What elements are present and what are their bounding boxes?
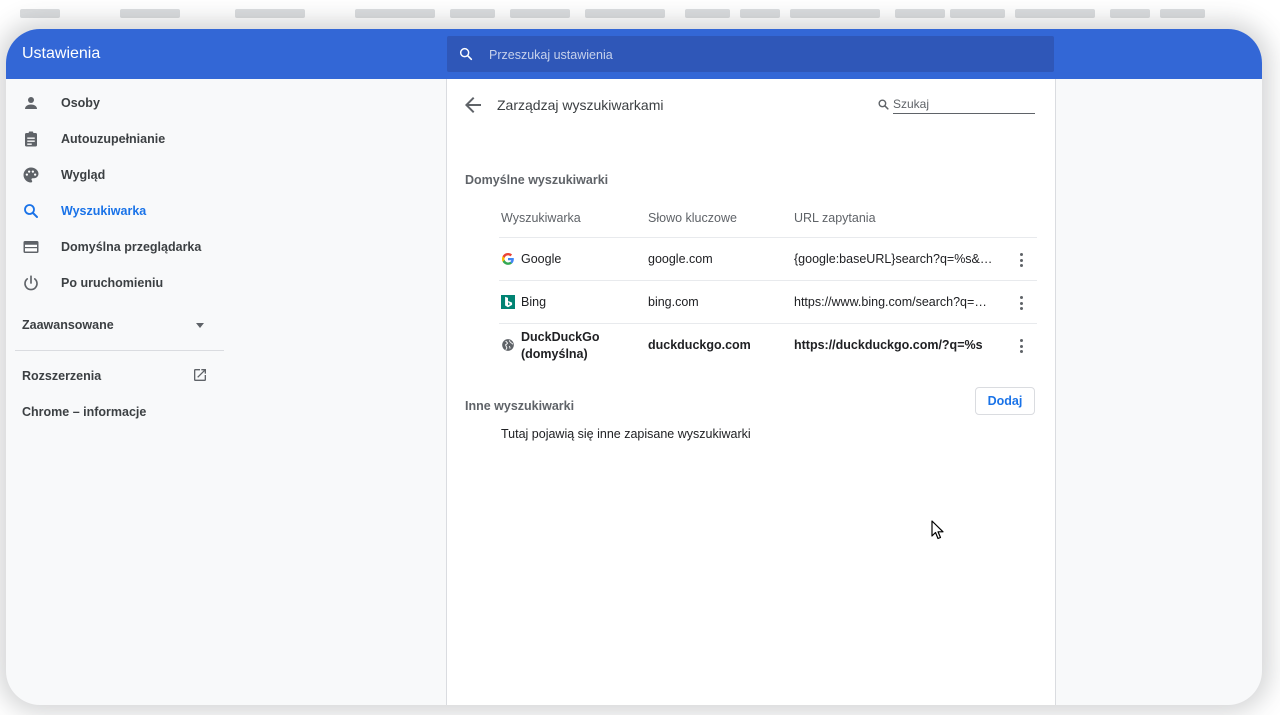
engine-name: Bing [521, 295, 547, 309]
more-actions-button[interactable] [1011, 293, 1031, 313]
settings-window: Ustawienia Osoby Autouzupełnianie Wygląd [6, 29, 1262, 705]
extensions-label: Rozszerzenia [22, 369, 102, 383]
column-header-engine: Wyszukiwarka [501, 211, 581, 225]
settings-search-input[interactable] [487, 36, 1041, 74]
engine-search-input[interactable] [893, 95, 1035, 114]
caret-down-icon [196, 323, 204, 328]
sidebar: Osoby Autouzupełnianie Wygląd Wyszukiwar… [6, 79, 226, 705]
default-engines-heading: Domyślne wyszukiwarki [465, 173, 609, 187]
browser-icon [22, 238, 40, 256]
sidebar-item-appearance[interactable]: Wygląd [6, 157, 226, 193]
other-engines-empty-message: Tutaj pojawią się inne zapisane wyszukiw… [501, 427, 751, 441]
sidebar-item-about-chrome[interactable]: Chrome – informacje [6, 397, 224, 427]
open-in-new-icon [192, 367, 208, 388]
settings-header: Ustawienia [6, 29, 1262, 79]
sidebar-item-label: Po uruchomieniu [61, 276, 164, 290]
add-engine-button[interactable]: Dodaj [975, 387, 1035, 415]
about-label: Chrome – informacje [22, 405, 147, 419]
palette-icon [22, 166, 40, 184]
column-header-url: URL zapytania [794, 211, 876, 225]
power-icon [22, 274, 40, 292]
sidebar-item-people[interactable]: Osoby [6, 85, 226, 121]
person-icon [22, 94, 40, 112]
sidebar-item-label: Osoby [61, 96, 100, 110]
engine-name: Google [521, 252, 562, 266]
other-engines-heading: Inne wyszukiwarki [465, 399, 575, 413]
search-engines-card: Zarządzaj wyszukiwarkami Domyślne wyszuk… [446, 79, 1056, 705]
table-row: Bing bing.com https://www.bing.com/searc… [499, 280, 1037, 324]
engine-keyword: bing.com [648, 295, 699, 309]
settings-search-box[interactable] [447, 36, 1054, 74]
app-title: Ustawienia [22, 45, 101, 62]
engine-url: {google:baseURL}search?q=%s&{google:RLZ}… [794, 252, 994, 266]
google-icon [501, 252, 515, 266]
sidebar-item-label: Wyszukiwarka [61, 204, 147, 218]
engine-search-box[interactable] [877, 93, 1037, 117]
advanced-label: Zaawansowane [22, 318, 114, 332]
back-button[interactable] [461, 93, 485, 117]
search-icon [877, 98, 890, 116]
table-row: DuckDuckGo (domyślna) duckduckgo.com htt… [499, 323, 1037, 367]
search-icon [458, 46, 474, 67]
globe-icon [501, 338, 515, 352]
table-row: Google google.com {google:baseURL}search… [499, 237, 1037, 281]
sidebar-item-label: Wygląd [61, 168, 106, 182]
clipboard-icon [22, 130, 40, 148]
arrow-back-icon [465, 97, 481, 113]
sidebar-item-search-engine[interactable]: Wyszukiwarka [6, 193, 226, 229]
engine-keyword: duckduckgo.com [648, 338, 751, 352]
mouse-cursor-icon [931, 520, 944, 540]
sidebar-item-label: Domyślna przeglądarka [61, 240, 202, 254]
engine-default-tag: (domyślna) [521, 347, 588, 361]
bing-icon [501, 295, 515, 309]
engine-url: https://duckduckgo.com/?q=%s [794, 338, 983, 352]
bookmarks-bar [0, 0, 1280, 27]
engine-keyword: google.com [648, 252, 713, 266]
engine-url: https://www.bing.com/search?q=%s&PC=U316… [794, 295, 994, 309]
sidebar-item-on-startup[interactable]: Po uruchomieniu [6, 265, 226, 301]
search-icon [22, 202, 40, 220]
sidebar-divider [15, 350, 224, 351]
advanced-toggle[interactable]: Zaawansowane [6, 311, 224, 339]
column-header-keyword: Słowo kluczowe [648, 211, 737, 225]
sidebar-item-autofill[interactable]: Autouzupełnianie [6, 121, 226, 157]
more-actions-button[interactable] [1011, 336, 1031, 356]
sidebar-item-label: Autouzupełnianie [61, 132, 166, 146]
more-actions-button[interactable] [1011, 250, 1031, 270]
engine-name: DuckDuckGo [521, 330, 600, 344]
sidebar-item-default-browser[interactable]: Domyślna przeglądarka [6, 229, 226, 265]
sidebar-item-extensions[interactable]: Rozszerzenia [6, 361, 224, 391]
page-title: Zarządzaj wyszukiwarkami [497, 97, 664, 113]
